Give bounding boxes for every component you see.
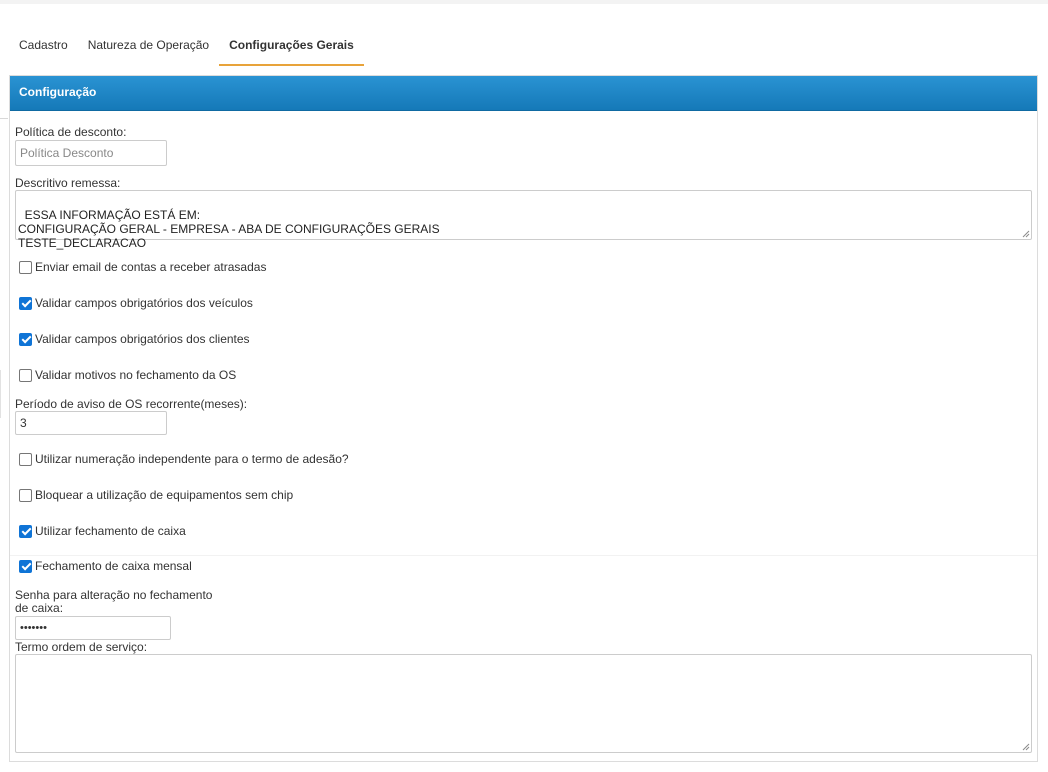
checkbox-label: Validar campos obrigatórios dos veículos bbox=[35, 296, 253, 310]
validar-veiculos-option[interactable]: Validar campos obrigatórios dos veículos bbox=[19, 295, 253, 311]
checkbox[interactable] bbox=[19, 296, 32, 310]
checkbox-label: Utilizar numeração independente para o t… bbox=[35, 452, 349, 466]
enviar-email-option[interactable]: Enviar email de contas a receber atrasad… bbox=[19, 259, 266, 275]
fechamento-caixa-mensal-option[interactable]: Fechamento de caixa mensal bbox=[19, 558, 192, 574]
checkbox[interactable] bbox=[19, 260, 32, 274]
validar-motivos-option[interactable]: Validar motivos no fechamento da OS bbox=[19, 367, 236, 383]
periodo-aviso-label: Período de aviso de OS recorrente(meses)… bbox=[15, 397, 248, 411]
validar-clientes-option[interactable]: Validar campos obrigatórios dos clientes bbox=[19, 331, 250, 347]
tab-configuracoes-gerais[interactable]: Configurações Gerais bbox=[219, 28, 364, 66]
checkbox-label: Fechamento de caixa mensal bbox=[35, 559, 192, 573]
top-strip bbox=[0, 0, 1048, 4]
checkbox[interactable] bbox=[19, 332, 32, 346]
panel-title: Configuração bbox=[10, 76, 1037, 111]
section-divider bbox=[10, 555, 1037, 556]
senha-fechamento-input[interactable] bbox=[15, 616, 171, 640]
checkbox[interactable] bbox=[19, 524, 32, 538]
background-divider bbox=[0, 370, 6, 418]
tab-cadastro[interactable]: Cadastro bbox=[9, 28, 78, 66]
resize-grip-icon[interactable] bbox=[1021, 229, 1030, 238]
checkbox-label: Utilizar fechamento de caixa bbox=[35, 524, 186, 538]
background-divider bbox=[0, 118, 8, 119]
termo-os-textarea[interactable] bbox=[15, 654, 1032, 753]
politica-desconto-input[interactable] bbox=[15, 140, 167, 166]
senha-fechamento-label-cont: de caixa: bbox=[15, 601, 64, 615]
checkbox[interactable] bbox=[19, 368, 32, 382]
descritivo-remessa-textarea[interactable]: ESSA INFORMAÇÃO ESTÁ EM: CONFIGURAÇÃO GE… bbox=[15, 190, 1032, 250]
politica-desconto-label: Política de desconto: bbox=[15, 125, 127, 139]
tab-bar: Cadastro Natureza de Operação Configuraç… bbox=[9, 28, 364, 66]
checkbox-label: Validar motivos no fechamento da OS bbox=[35, 368, 237, 382]
bloquear-equipamentos-option[interactable]: Bloquear a utilização de equipamentos se… bbox=[19, 487, 293, 503]
tab-natureza-operacao[interactable]: Natureza de Operação bbox=[78, 28, 219, 66]
checkbox[interactable] bbox=[19, 452, 32, 466]
senha-fechamento-label: Senha para alteração no fechamento bbox=[15, 588, 213, 602]
numeracao-independente-option[interactable]: Utilizar numeração independente para o t… bbox=[19, 451, 349, 467]
utilizar-fechamento-caixa-option[interactable]: Utilizar fechamento de caixa bbox=[19, 523, 186, 539]
checkbox-label: Bloquear a utilização de equipamentos se… bbox=[35, 488, 294, 502]
checkbox-label: Validar campos obrigatórios dos clientes bbox=[35, 332, 250, 346]
checkbox[interactable] bbox=[19, 488, 32, 502]
checkbox-label: Enviar email de contas a receber atrasad… bbox=[35, 260, 267, 274]
periodo-aviso-input[interactable] bbox=[15, 411, 167, 435]
descritivo-remessa-label: Descritivo remessa: bbox=[15, 176, 121, 190]
resize-grip-icon[interactable] bbox=[1021, 742, 1030, 751]
checkbox[interactable] bbox=[19, 559, 32, 573]
termo-os-label: Termo ordem de serviço: bbox=[15, 640, 148, 654]
